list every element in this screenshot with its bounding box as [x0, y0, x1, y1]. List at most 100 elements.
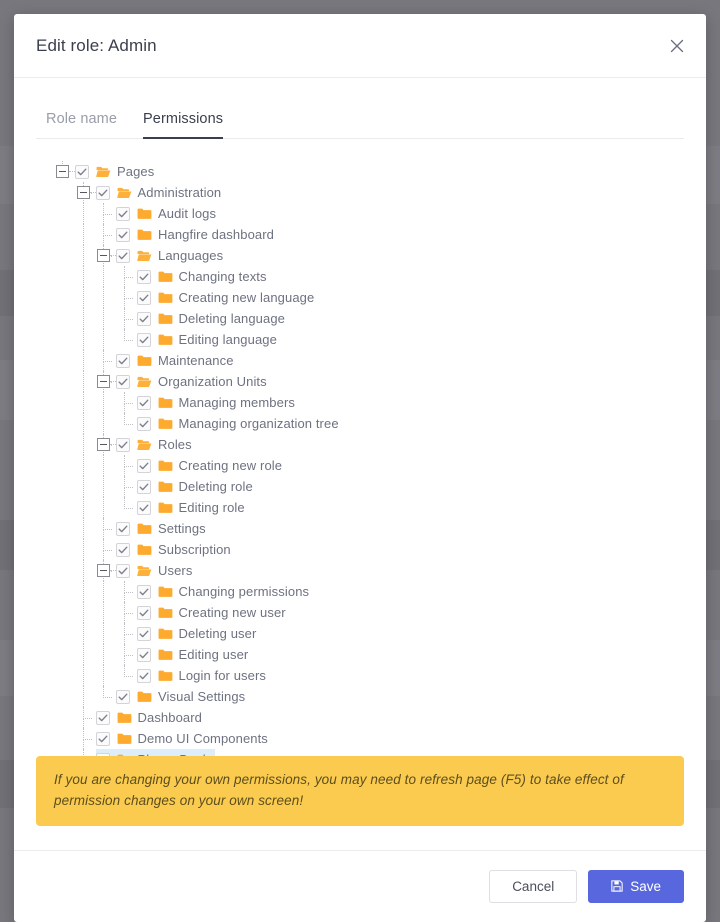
permission-checkbox[interactable] [75, 164, 89, 179]
tab-role-name[interactable]: Role name [36, 111, 130, 138]
permission-checkbox[interactable] [136, 416, 151, 431]
tree-node-content[interactable]: Creating new role [136, 455, 289, 476]
permission-checkbox[interactable] [136, 584, 151, 599]
permission-checkbox[interactable] [136, 269, 151, 284]
permission-checkbox[interactable] [136, 290, 151, 305]
permission-checkbox[interactable] [116, 542, 130, 557]
tree-node[interactable]: Deleting user [36, 623, 684, 644]
tree-node[interactable]: Visual Settings [36, 686, 684, 707]
tree-node[interactable]: Dashboard [36, 707, 684, 728]
tab-permissions[interactable]: Permissions [130, 111, 236, 139]
permission-checkbox[interactable] [136, 668, 151, 683]
tree-node[interactable]: Pages [36, 161, 684, 182]
tree-node[interactable]: Maintenance [36, 350, 684, 371]
close-icon[interactable] [664, 33, 690, 59]
tree-node[interactable]: Creating new language [36, 287, 684, 308]
tree-node[interactable]: Editing user [36, 644, 684, 665]
tree-node[interactable]: Subscription [36, 539, 684, 560]
tree-node[interactable]: Organization Units [36, 371, 684, 392]
tree-node[interactable]: Settings [36, 518, 684, 539]
tree-node-content[interactable]: Maintenance [116, 350, 240, 371]
tree-node-content[interactable]: Creating new language [136, 287, 321, 308]
tree-node-content[interactable]: Settings [116, 518, 212, 539]
collapse-toggle-icon[interactable] [56, 165, 69, 178]
tree-node-content[interactable]: Administration [95, 182, 228, 203]
permission-checkbox[interactable] [136, 647, 151, 662]
tree-node-content[interactable]: Deleting language [136, 308, 292, 329]
tree-node[interactable]: Hangfire dashboard [36, 224, 684, 245]
permission-checkbox[interactable] [95, 731, 110, 746]
tree-node-content[interactable]: Deleting user [136, 623, 263, 644]
collapse-toggle-icon[interactable] [97, 564, 110, 577]
permission-checkbox[interactable] [116, 689, 130, 704]
tree-node[interactable]: Audit logs [36, 203, 684, 224]
permission-checkbox[interactable] [116, 374, 130, 389]
tree-node-content[interactable]: Changing permissions [136, 581, 316, 602]
tree-node-content[interactable]: Pages [75, 161, 160, 182]
permission-checkbox[interactable] [116, 248, 130, 263]
tree-guide-line [103, 266, 105, 287]
tree-node-content[interactable]: Demo UI Components [95, 728, 274, 749]
permission-checkbox[interactable] [136, 626, 151, 641]
tree-node[interactable]: Languages [36, 245, 684, 266]
tree-node[interactable]: Login for users [36, 665, 684, 686]
collapse-toggle-icon[interactable] [97, 249, 110, 262]
tree-node[interactable]: Deleting role [36, 476, 684, 497]
tree-node[interactable]: Deleting language [36, 308, 684, 329]
tree-node[interactable]: Managing members [36, 392, 684, 413]
tree-node-content[interactable]: Editing user [136, 644, 255, 665]
tree-guide-line [103, 329, 105, 350]
permission-checkbox[interactable] [116, 227, 130, 242]
tree-node-content[interactable]: Visual Settings [116, 686, 251, 707]
permission-checkbox[interactable] [116, 521, 130, 536]
collapse-toggle-icon[interactable] [76, 186, 90, 199]
tree-node[interactable]: Changing texts [36, 266, 684, 287]
tree-node[interactable]: Users [36, 560, 684, 581]
tree-node-content[interactable]: Subscription [116, 539, 237, 560]
tree-node[interactable]: Roles [36, 434, 684, 455]
permission-checkbox[interactable] [116, 437, 130, 452]
tree-node[interactable]: Creating new role [36, 455, 684, 476]
permission-checkbox[interactable] [95, 710, 110, 725]
tree-node-content[interactable]: Users [116, 560, 198, 581]
tree-node-content[interactable]: Organization Units [116, 371, 273, 392]
tree-node[interactable]: Demo UI Components [36, 728, 684, 749]
tree-node-content[interactable]: Dashboard [95, 707, 209, 728]
tree-node-content[interactable]: Managing organization tree [136, 413, 345, 434]
tree-node-content[interactable]: Languages [116, 245, 229, 266]
tree-node-content[interactable]: Hangfire dashboard [116, 224, 280, 245]
tree-node[interactable]: Managing organization tree [36, 413, 684, 434]
tree-node-content[interactable]: Login for users [136, 665, 273, 686]
cancel-button[interactable]: Cancel [489, 869, 578, 903]
permission-checkbox[interactable] [136, 332, 151, 347]
tree-node[interactable]: Editing language [36, 329, 684, 350]
permission-checkbox[interactable] [136, 605, 151, 620]
tree-node[interactable]: Changing permissions [36, 581, 684, 602]
permission-checkbox[interactable] [136, 458, 151, 473]
tree-node[interactable]: Editing role [36, 497, 684, 518]
tree-node[interactable]: Administration [36, 182, 684, 203]
save-button[interactable]: Save [588, 869, 684, 903]
tree-node-content[interactable]: Changing texts [136, 266, 273, 287]
tree-node-content[interactable]: Roles [116, 434, 198, 455]
permission-checkbox[interactable] [116, 563, 130, 578]
permission-checkbox[interactable] [136, 395, 151, 410]
permission-checkbox[interactable] [116, 206, 130, 221]
tree-node-content[interactable]: Editing role [136, 497, 251, 518]
collapse-toggle-icon[interactable] [97, 438, 110, 451]
tree-node-content[interactable]: Managing members [136, 392, 302, 413]
tree-node-content[interactable]: Deleting role [136, 476, 259, 497]
permission-checkbox[interactable] [95, 752, 110, 756]
collapse-toggle-icon[interactable] [97, 375, 110, 388]
tree-node-content[interactable]: Editing language [136, 329, 283, 350]
permission-checkbox[interactable] [95, 185, 110, 200]
tree-node-content[interactable]: Phone Book [95, 749, 216, 756]
tree-node-content[interactable]: Audit logs [116, 203, 222, 224]
permission-checkbox[interactable] [116, 353, 130, 368]
permission-checkbox[interactable] [136, 311, 151, 326]
tree-node[interactable]: Creating new user [36, 602, 684, 623]
tree-node-content[interactable]: Creating new user [136, 602, 292, 623]
permission-checkbox[interactable] [136, 500, 151, 515]
tree-node[interactable]: Phone Book [36, 749, 684, 756]
permission-checkbox[interactable] [136, 479, 151, 494]
